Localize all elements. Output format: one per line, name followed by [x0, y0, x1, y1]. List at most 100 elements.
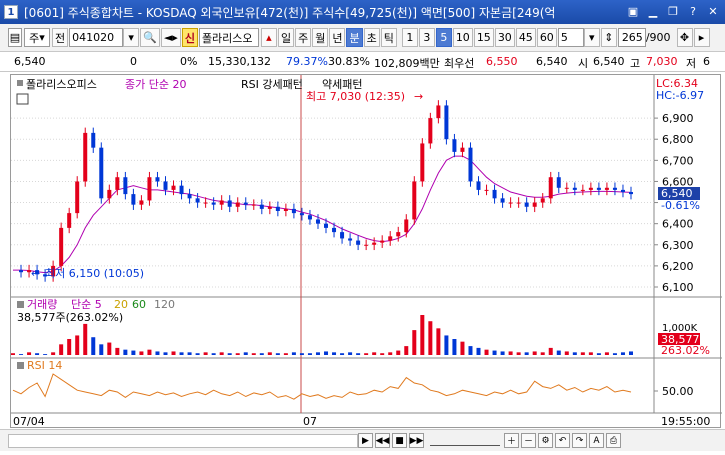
quote-change: 0 [130, 55, 137, 68]
high-marker-label: 최고 7,030 (12:35) [306, 90, 405, 103]
low-label: 저 [686, 57, 697, 70]
candle-body [588, 187, 593, 190]
interval-button-1[interactable]: 3 [418, 28, 435, 47]
period-button-5[interactable]: 초 [363, 28, 380, 47]
volume-bar [564, 351, 569, 355]
minimize-icon[interactable]: ▁ [645, 4, 661, 19]
period-button-6[interactable]: 틱 [380, 28, 397, 47]
volume-bar [396, 350, 401, 355]
price-axis-label: 6,300 [662, 239, 694, 252]
stock-code-input[interactable] [69, 28, 124, 47]
crosshair-icon[interactable]: ✥ [676, 28, 693, 47]
close-icon[interactable]: ✕ [705, 4, 721, 19]
quote-vol-ratio: 79.37% [286, 55, 328, 68]
legend-stock-name: 폴라리스오피스 [26, 78, 97, 91]
candle-body [251, 204, 256, 206]
font-icon[interactable]: A [589, 433, 604, 448]
volume-legend-ma120: 120 [154, 298, 175, 311]
market-select-label: 주 [29, 31, 40, 45]
volume-bar [251, 353, 256, 355]
interval-button-6[interactable]: 45 [515, 28, 536, 47]
stop-icon[interactable]: ■ [392, 433, 407, 448]
low-marker-arrow-icon: ← [31, 267, 40, 280]
interval-button-3[interactable]: 10 [452, 28, 473, 47]
sound-icon[interactable]: ◄▸ [160, 28, 181, 47]
volume-bar [259, 353, 264, 355]
volume-bar [227, 353, 232, 355]
volume-bar [500, 351, 505, 355]
count-total: /900 [645, 31, 671, 44]
search-icon[interactable]: 🔍 [140, 28, 160, 47]
interval-button-2[interactable]: 5 [435, 28, 452, 47]
period-button-3[interactable]: 년 [329, 28, 346, 47]
candle-body [307, 215, 312, 220]
candle-body [540, 198, 545, 203]
best-ask-label: 최우선 [444, 57, 475, 70]
volume-bar [195, 353, 200, 355]
rewind-icon[interactable]: ◀◀ [375, 433, 390, 448]
new-listing-badge: 신 [181, 28, 198, 47]
period-button-4[interactable]: 분 [346, 28, 363, 47]
stock-name-field[interactable]: 폴라리스오 [198, 28, 259, 47]
rsi-axis-label: 50.00 [662, 385, 694, 398]
interval-button-4[interactable]: 15 [473, 28, 494, 47]
help-icon[interactable]: ? [685, 4, 701, 19]
name-dropdown-icon[interactable]: ▴ [260, 28, 277, 47]
interval-button-5[interactable]: 30 [494, 28, 515, 47]
interval-button-0[interactable]: 1 [401, 28, 418, 47]
period-button-0[interactable]: 일 [277, 28, 295, 47]
interval-button-7[interactable]: 60 [536, 28, 557, 47]
window-number-icon[interactable]: 1 [4, 5, 18, 19]
volume-bar [267, 352, 272, 355]
more-icon[interactable]: ▸ [693, 28, 710, 47]
restore-icon[interactable]: ❐ [665, 4, 681, 19]
scroll-right-icon[interactable]: ▶ [358, 433, 373, 448]
grid-toggle-icon[interactable] [16, 93, 29, 105]
chart-canvas[interactable]: 폴라리스오피스 종가 단순 20 RSI 강세패턴 약세패턴 LC:6.34 H… [11, 75, 722, 429]
candle-body [91, 132, 96, 148]
zoom-slider[interactable] [430, 436, 500, 446]
zoom-out-icon[interactable]: － [521, 433, 536, 448]
period-button-2[interactable]: 월 [312, 28, 329, 47]
market-select[interactable]: 주 ▾ [24, 28, 50, 47]
quote-change-pct: 0% [180, 55, 198, 68]
candle-body [99, 147, 104, 199]
rsi-legend-bullet [17, 362, 24, 369]
period-type-button[interactable]: 전 [52, 28, 69, 47]
candle-body [187, 194, 192, 199]
volume-bar [580, 352, 585, 355]
lock-icon[interactable]: ▤ [8, 28, 22, 47]
custom-interval-dropdown[interactable]: ▾ [583, 28, 600, 47]
current-pct-value: -0.61% [661, 199, 700, 212]
candle-body [107, 189, 112, 199]
undo-icon[interactable]: ↶ [555, 433, 570, 448]
volume-bar [155, 351, 160, 355]
chart-panel[interactable]: 폴라리스오피스 종가 단순 20 RSI 강세패턴 약세패턴 LC:6.34 H… [10, 74, 722, 429]
settings-icon[interactable]: ⚙ [538, 433, 553, 448]
print-icon[interactable]: ⎙ [606, 433, 621, 448]
volume-bar [75, 335, 80, 355]
volume-bar [436, 328, 441, 355]
volume-bar [27, 352, 32, 355]
zoom-in-icon[interactable]: ＋ [504, 433, 519, 448]
best-bid: 6,540 [536, 55, 568, 68]
candle-body [420, 143, 425, 182]
redo-icon[interactable]: ↷ [572, 433, 587, 448]
horizontal-scrollbar[interactable] [8, 433, 358, 448]
count-spinner-icon[interactable]: ⇕ [600, 28, 617, 47]
date-mid-label: 07 [303, 415, 317, 428]
volume-bar [340, 353, 345, 355]
custom-interval-input[interactable] [557, 28, 584, 47]
high-label: 고 [630, 57, 641, 70]
volume-bar [283, 353, 288, 355]
bottom-toolbar: ▶ ◀◀ ■ ▶▶ ＋ － ⚙ ↶ ↷ A ⎙ [0, 429, 725, 451]
candle-body [524, 202, 529, 207]
candle-body [227, 200, 232, 207]
period-button-1[interactable]: 주 [295, 28, 312, 47]
count-input[interactable] [617, 28, 646, 47]
candle-body [19, 270, 24, 273]
candle-body [267, 206, 272, 209]
code-dropdown-button[interactable]: ▾ [123, 28, 140, 47]
fast-forward-icon[interactable]: ▶▶ [409, 433, 424, 448]
pin-icon[interactable]: ▣ [625, 4, 641, 19]
